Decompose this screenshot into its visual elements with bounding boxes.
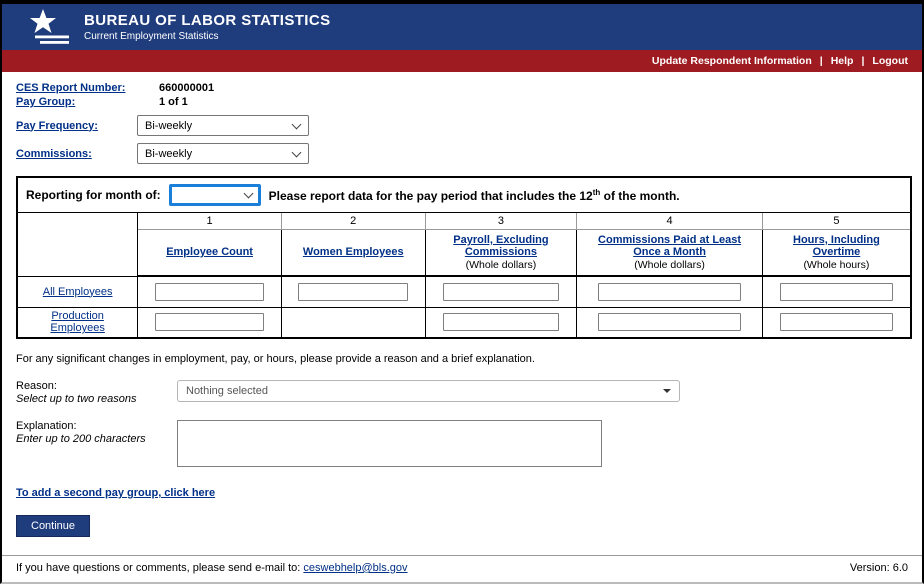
ces-report-number-label[interactable]: CES Report Number: <box>16 82 125 94</box>
ces-report-number-value: 660000001 <box>137 82 214 94</box>
ces-report-number-row: CES Report Number: 660000001 <box>16 82 908 94</box>
column-header-row: Employee Count Women Employees Payroll, … <box>17 230 911 277</box>
column-number: 5 <box>762 213 911 230</box>
chevron-down-icon <box>292 119 302 129</box>
table-stub-cell <box>17 213 138 277</box>
masthead-text: BUREAU OF LABOR STATISTICS Current Emplo… <box>84 12 331 42</box>
column-number: 3 <box>425 213 577 230</box>
production-employees-payroll-input[interactable] <box>443 313 559 331</box>
bls-logo-icon <box>28 8 72 46</box>
pay-group-value: 1 of 1 <box>137 96 188 108</box>
changes-intro-note: For any significant changes in employmen… <box>16 353 908 365</box>
employee-count-link[interactable]: Employee Count <box>166 246 253 258</box>
production-employees-commissions-input[interactable] <box>598 313 740 331</box>
explanation-textarea[interactable] <box>177 420 602 467</box>
production-employees-women-cell <box>281 307 425 338</box>
production-employees-row: Production Employees <box>17 307 911 338</box>
pay-group-row: Pay Group: 1 of 1 <box>16 96 908 108</box>
pay-frequency-selected-value: Bi-weekly <box>145 120 192 132</box>
payroll-link[interactable]: Payroll, Excluding Commissions <box>453 234 548 258</box>
page: BUREAU OF LABOR STATISTICS Current Emplo… <box>0 0 924 584</box>
column-number: 1 <box>138 213 282 230</box>
reporting-month-label: Reporting for month of: <box>26 188 161 202</box>
explanation-hint: Enter up to 200 characters <box>16 433 177 445</box>
commissions-paid-link[interactable]: Commissions Paid at Least Once a Month <box>598 234 741 258</box>
pay-group-label[interactable]: Pay Group: <box>16 96 75 108</box>
column-number: 2 <box>281 213 425 230</box>
commissions-label[interactable]: Commissions: <box>16 148 92 160</box>
main-content: CES Report Number: 660000001 Pay Group: … <box>2 72 922 537</box>
app-title: BUREAU OF LABOR STATISTICS <box>84 12 331 29</box>
hours-overtime-link[interactable]: Hours, Including Overtime <box>793 234 880 258</box>
update-respondent-link[interactable]: Update Respondent Information <box>652 55 812 67</box>
production-employees-employee-count-input[interactable] <box>155 313 265 331</box>
column-header-employee-count: Employee Count <box>138 230 282 277</box>
employment-data-table: Reporting for month of: Please report da… <box>16 176 912 339</box>
masthead: BUREAU OF LABOR STATISTICS Current Emplo… <box>2 4 922 50</box>
top-nav-bar: Update Respondent Information | Help | L… <box>2 50 922 72</box>
commissions-row: Commissions: Bi-weekly <box>16 143 908 164</box>
reason-selected-value: Nothing selected <box>186 385 268 397</box>
all-employees-commissions-input[interactable] <box>598 283 740 301</box>
column-number-row: 1 2 3 4 5 <box>17 213 911 230</box>
add-pay-group-link[interactable]: To add a second pay group, click here <box>16 487 215 499</box>
reporting-month-note: Please report data for the pay period th… <box>269 188 680 203</box>
caret-down-icon <box>663 389 671 393</box>
pay-frequency-select[interactable]: Bi-weekly <box>137 115 309 136</box>
all-employees-payroll-input[interactable] <box>443 283 559 301</box>
column-header-hours: Hours, Including Overtime (Whole hours) <box>762 230 911 277</box>
reason-row: Reason: Select up to two reasons Nothing… <box>16 380 908 405</box>
reason-label: Reason: <box>16 380 177 392</box>
continue-button[interactable]: Continue <box>16 515 90 537</box>
pay-frequency-label[interactable]: Pay Frequency: <box>16 120 98 132</box>
all-employees-row: All Employees <box>17 276 911 307</box>
all-employees-link[interactable]: All Employees <box>43 286 113 298</box>
women-employees-link[interactable]: Women Employees <box>303 246 404 258</box>
all-employees-women-employees-input[interactable] <box>298 283 408 301</box>
explanation-label: Explanation: <box>16 420 177 432</box>
column-header-commissions: Commissions Paid at Least Once a Month (… <box>577 230 763 277</box>
reporting-month-select[interactable] <box>169 184 261 206</box>
pay-frequency-row: Pay Frequency: Bi-weekly <box>16 115 908 136</box>
app-subtitle: Current Employment Statistics <box>84 31 331 42</box>
help-link[interactable]: Help <box>831 55 854 67</box>
footer-version: Version: 6.0 <box>850 562 908 574</box>
reason-multiselect[interactable]: Nothing selected <box>177 380 680 402</box>
column-header-women-employees: Women Employees <box>281 230 425 277</box>
explanation-row: Explanation: Enter up to 200 characters <box>16 420 908 467</box>
chevron-down-icon <box>243 189 253 199</box>
footer: If you have questions or comments, pleas… <box>2 556 922 582</box>
production-employees-hours-input[interactable] <box>780 313 893 331</box>
footer-email-link[interactable]: ceswebhelp@bls.gov <box>303 562 407 574</box>
commissions-select[interactable]: Bi-weekly <box>137 143 309 164</box>
all-employees-employee-count-input[interactable] <box>155 283 265 301</box>
reporting-month-row: Reporting for month of: Please report da… <box>17 177 911 213</box>
footer-help-text: If you have questions or comments, pleas… <box>16 562 408 574</box>
reason-hint: Select up to two reasons <box>16 393 177 405</box>
logout-link[interactable]: Logout <box>872 55 908 67</box>
all-employees-hours-input[interactable] <box>780 283 893 301</box>
production-employees-link[interactable]: Production Employees <box>50 310 104 334</box>
chevron-down-icon <box>292 147 302 157</box>
nav-separator: | <box>861 55 864 67</box>
nav-separator: | <box>820 55 823 67</box>
column-header-payroll: Payroll, Excluding Commissions (Whole do… <box>425 230 577 277</box>
column-number: 4 <box>577 213 763 230</box>
commissions-selected-value: Bi-weekly <box>145 148 192 160</box>
